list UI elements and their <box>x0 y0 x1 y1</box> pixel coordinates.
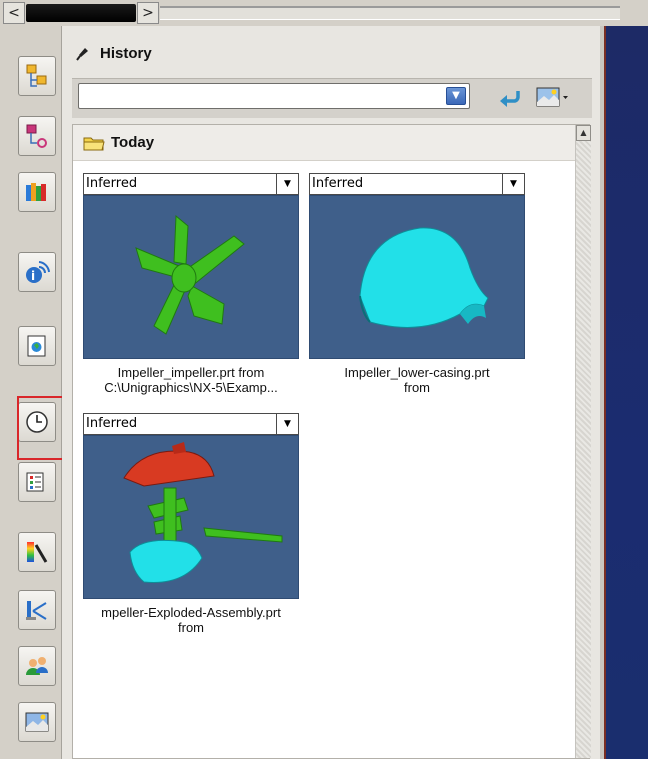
resource-bar-header: < > <box>0 0 648 26</box>
part-thumbnail[interactable] <box>83 195 299 359</box>
assembly-navigator-icon <box>26 64 47 87</box>
palette-view-icon <box>536 87 560 107</box>
folder-icon <box>83 137 105 150</box>
filter-value: Inferred <box>86 176 138 191</box>
view-options-button[interactable] <box>536 84 570 110</box>
system-scenes-icon <box>25 712 49 732</box>
history-tab-highlight <box>17 396 65 460</box>
constraint-navigator-icon <box>26 124 47 148</box>
nx-application: < > i History ▼ Today Inferred ▼ Impelle… <box>0 0 648 759</box>
manufacturing-wizard-tab[interactable] <box>18 590 56 630</box>
chevron-down-icon[interactable]: ▼ <box>276 174 298 194</box>
system-scenes-tab[interactable] <box>18 702 56 742</box>
constraint-navigator-tab[interactable] <box>18 116 56 156</box>
resource-bar: i <box>10 26 62 759</box>
process-studio-icon <box>26 472 44 492</box>
title-strip <box>160 6 620 20</box>
vertical-scrollbar[interactable]: ▲ <box>575 125 591 758</box>
history-list: Today Inferred ▼ Impeller_impeller.prt f… <box>71 124 591 759</box>
caption-line: mpeller-Exploded-Assembly.prt <box>101 605 281 620</box>
group-header-today[interactable]: Today <box>73 125 575 161</box>
reuse-library-tab[interactable] <box>18 172 56 212</box>
manufacturing-wizard-icon <box>26 601 47 620</box>
part-thumbnail[interactable] <box>309 195 525 359</box>
system-materials-tab[interactable] <box>18 532 56 572</box>
history-search-combo[interactable]: ▼ <box>78 83 470 109</box>
roles-icon <box>26 657 48 675</box>
hd3d-tools-tab[interactable]: i <box>18 252 56 292</box>
scroll-up-icon[interactable]: ▲ <box>576 125 591 141</box>
return-arrow-icon <box>500 91 520 107</box>
filter-select[interactable]: Inferred ▼ <box>83 413 299 435</box>
web-browser-tab[interactable] <box>18 326 56 366</box>
history-search-input[interactable] <box>83 87 443 105</box>
chevron-down-icon[interactable]: ▼ <box>446 87 466 105</box>
refresh-button[interactable] <box>496 84 524 110</box>
svg-text:i: i <box>31 269 35 283</box>
process-studio-tab[interactable] <box>18 462 56 502</box>
caption-line: from <box>404 380 430 395</box>
caption-line: C:\Unigraphics\NX-5\Examp... <box>104 380 278 395</box>
filter-select[interactable]: Inferred ▼ <box>309 173 525 195</box>
caption-line: Impeller_lower-casing.prt <box>344 365 490 380</box>
part-caption: mpeller-Exploded-Assembly.prt from <box>71 605 311 635</box>
pin-icon[interactable] <box>76 45 90 61</box>
forward-button[interactable]: > <box>137 2 159 24</box>
dropdown-arrow-icon <box>563 96 568 99</box>
panel-header: History <box>76 42 152 64</box>
assembly-navigator-tab[interactable] <box>18 56 56 96</box>
reuse-library-icon <box>26 183 46 201</box>
part-caption: Impeller_impeller.prt from C:\Unigraphic… <box>71 365 311 395</box>
filter-value: Inferred <box>312 176 364 191</box>
group-label: Today <box>111 134 155 151</box>
chevron-down-icon[interactable]: ▼ <box>276 414 298 434</box>
graphics-viewport[interactable] <box>604 26 648 759</box>
part-thumbnail[interactable] <box>83 435 299 599</box>
web-browser-icon <box>27 335 46 357</box>
caption-line: from <box>178 620 204 635</box>
history-panel: History ▼ Today Inferred ▼ Impeller_impe… <box>62 26 600 759</box>
filter-value: Inferred <box>86 416 138 431</box>
hd3d-tools-icon: i <box>26 261 50 283</box>
panel-title: History <box>100 44 152 62</box>
caption-line: Impeller_impeller.prt from <box>117 365 265 380</box>
part-caption: Impeller_lower-casing.prt from <box>297 365 537 395</box>
roles-tab[interactable] <box>18 646 56 686</box>
chevron-down-icon[interactable]: ▼ <box>502 174 524 194</box>
back-button[interactable]: < <box>3 2 25 24</box>
filter-select[interactable]: Inferred ▼ <box>83 173 299 195</box>
resource-slider[interactable] <box>26 4 136 22</box>
system-materials-icon <box>27 542 48 563</box>
